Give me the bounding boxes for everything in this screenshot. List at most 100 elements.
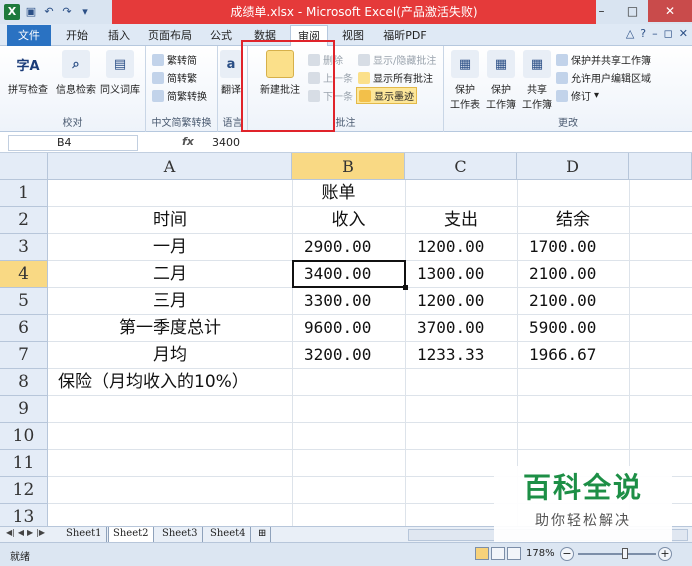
cell-a8[interactable]: 保险（月均收入的10%） [58, 369, 358, 395]
show-ink-button[interactable]: 显示墨迹 [356, 87, 417, 104]
row-header-3[interactable]: 3 [0, 234, 48, 261]
protect-share-workbook-button[interactable]: 保护并共享工作簿 [556, 52, 651, 67]
normal-view-icon[interactable] [475, 547, 489, 560]
minimize-ribbon-icon[interactable]: △ [626, 27, 634, 40]
cell-c5[interactable]: 1200.00 [405, 288, 517, 314]
cell-a6[interactable]: 第一季度总计 [48, 315, 292, 341]
insert-sheet-icon[interactable]: ⊞ [254, 527, 272, 542]
column-header-a[interactable]: A [48, 153, 292, 180]
cell-d7[interactable]: 1966.67 [517, 342, 629, 368]
allow-edit-ranges-button[interactable]: 允许用户编辑区域 [556, 70, 651, 85]
tab-page-layout[interactable]: 页面布局 [144, 25, 196, 46]
name-box[interactable]: B4 [8, 135, 138, 151]
cell-a7[interactable]: 月均 [48, 342, 292, 368]
cell-a4[interactable]: 二月 [48, 261, 292, 287]
cell-b2[interactable]: 收入 [292, 207, 405, 233]
select-all-corner[interactable] [0, 153, 48, 180]
protect-workbook-button[interactable]: ▦ 保护 工作簿 [486, 50, 516, 111]
save-icon[interactable]: ▣ [24, 5, 38, 19]
row-header-13[interactable]: 13 [0, 504, 48, 526]
show-hide-comment-button[interactable]: 显示/隐藏批注 [358, 52, 436, 67]
zoom-in-icon[interactable]: + [658, 547, 672, 561]
tab-insert[interactable]: 插入 [102, 25, 136, 46]
page-layout-view-icon[interactable] [491, 547, 505, 560]
row-header-9[interactable]: 9 [0, 396, 48, 423]
undo-icon[interactable]: ↶ [42, 5, 56, 19]
trad-to-simp-button[interactable]: 繁转简 [152, 52, 197, 67]
translate-button[interactable]: a 翻译 [220, 50, 242, 96]
zoom-out-icon[interactable]: − [560, 547, 574, 561]
zoom-slider-thumb[interactable] [622, 548, 628, 559]
cell-d3[interactable]: 1700.00 [517, 234, 629, 260]
column-header-c[interactable]: C [405, 153, 517, 180]
sheet-tab-sheet4[interactable]: Sheet4 [206, 527, 251, 542]
cell-b5[interactable]: 3300.00 [292, 288, 405, 314]
cell-b7[interactable]: 3200.00 [292, 342, 405, 368]
tab-home[interactable]: 开始 [60, 25, 94, 46]
chinese-convert-button[interactable]: 简繁转换 [152, 88, 207, 103]
insert-function-icon[interactable]: fx [182, 135, 194, 148]
thesaurus-button[interactable]: ▤ 同义词库 [100, 50, 140, 96]
sheet-tab-sheet1[interactable]: Sheet1 [62, 527, 107, 542]
column-header-b[interactable]: B [292, 153, 405, 180]
cell-b6[interactable]: 9600.00 [292, 315, 405, 341]
zoom-level[interactable]: 178% [526, 548, 555, 559]
sheet-tab-sheet2[interactable]: Sheet2 [108, 527, 154, 542]
tab-view[interactable]: 视图 [336, 25, 370, 46]
formula-input[interactable]: 3400 [212, 135, 240, 151]
redo-icon[interactable]: ↷ [60, 5, 74, 19]
research-button[interactable]: ⌕ 信息检索 [56, 50, 96, 96]
cell-a3[interactable]: 一月 [48, 234, 292, 260]
row-header-1[interactable]: 1 [0, 180, 48, 207]
protect-sheet-button[interactable]: ▦ 保护 工作表 [450, 50, 480, 111]
cell-d5[interactable]: 2100.00 [517, 288, 629, 314]
active-cell-cursor[interactable] [292, 260, 408, 290]
track-changes-button[interactable]: 修订 ▾ [556, 88, 599, 103]
cell-c4[interactable]: 1300.00 [405, 261, 517, 287]
show-all-comments-button[interactable]: 显示所有批注 [358, 70, 433, 85]
row-header-8[interactable]: 8 [0, 369, 48, 396]
row-header-5[interactable]: 5 [0, 288, 48, 315]
sheet-tab-sheet3[interactable]: Sheet3 [158, 527, 203, 542]
cell-d6[interactable]: 5900.00 [517, 315, 629, 341]
tab-formulas[interactable]: 公式 [204, 25, 238, 46]
excel-app-icon[interactable]: X [4, 4, 20, 20]
cell-c3[interactable]: 1200.00 [405, 234, 517, 260]
cell-c2[interactable]: 支出 [405, 207, 517, 233]
workbook-close-icon[interactable]: ✕ [679, 27, 688, 40]
cell-d4[interactable]: 2100.00 [517, 261, 629, 287]
simp-to-trad-button[interactable]: 简转繁 [152, 70, 197, 85]
share-workbook-button[interactable]: ▦ 共享 工作簿 [522, 50, 552, 111]
cell-title[interactable]: 账单 [48, 180, 629, 206]
workbook-restore-icon[interactable]: ◻ [664, 27, 673, 40]
row-header-2[interactable]: 2 [0, 207, 48, 234]
cell-c6[interactable]: 3700.00 [405, 315, 517, 341]
row-header-6[interactable]: 6 [0, 315, 48, 342]
tab-file[interactable]: 文件 [7, 25, 51, 46]
row-header-10[interactable]: 10 [0, 423, 48, 450]
workbook-minimize-icon[interactable]: – [652, 27, 658, 40]
last-sheet-icon[interactable]: |▶ [36, 528, 45, 537]
page-break-view-icon[interactable] [507, 547, 521, 560]
next-sheet-icon[interactable]: ▶ [27, 528, 33, 537]
cell-b3[interactable]: 2900.00 [292, 234, 405, 260]
cell-d2[interactable]: 结余 [517, 207, 629, 233]
cell-a5[interactable]: 三月 [48, 288, 292, 314]
row-header-12[interactable]: 12 [0, 477, 48, 504]
column-header-e[interactable] [629, 153, 692, 180]
tab-foxit-pdf[interactable]: 福昕PDF [378, 25, 432, 46]
zoom-slider-track[interactable] [578, 553, 656, 555]
row-header-11[interactable]: 11 [0, 450, 48, 477]
prev-sheet-icon[interactable]: ◀ [18, 528, 24, 537]
cell-c7[interactable]: 1233.33 [405, 342, 517, 368]
spell-check-button[interactable]: 字A 拼写检查 [8, 50, 48, 97]
customize-icon[interactable]: ▾ [78, 5, 92, 19]
row-header-4[interactable]: 4 [0, 261, 48, 288]
row-header-7[interactable]: 7 [0, 342, 48, 369]
first-sheet-icon[interactable]: ◀| [6, 528, 15, 537]
cell-a2[interactable]: 时间 [48, 207, 292, 233]
maximize-button[interactable]: □ [617, 0, 648, 22]
column-header-d[interactable]: D [517, 153, 629, 180]
help-icon[interactable]: ? [640, 27, 646, 40]
close-button[interactable]: ✕ [648, 0, 692, 22]
